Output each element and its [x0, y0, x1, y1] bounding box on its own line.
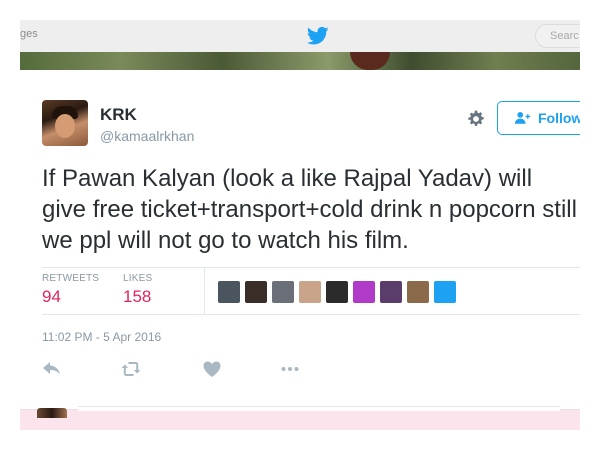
- stats-bottom-divider: [42, 314, 580, 315]
- liker-avatar-9[interactable]: [434, 281, 456, 303]
- follow-button[interactable]: Follow: [497, 101, 580, 135]
- tweet-text: If Pawan Kalyan (look a like Rajpal Yada…: [42, 165, 577, 254]
- gear-icon[interactable]: [466, 109, 486, 129]
- stats-vertical-divider: [204, 268, 205, 314]
- next-tweet-card: [78, 406, 560, 411]
- next-tweet-row[interactable]: [20, 409, 580, 430]
- avatar-face: [55, 114, 75, 138]
- likes-stat[interactable]: LIKES 158: [123, 273, 152, 307]
- author-handle[interactable]: @kamaalrkhan: [100, 128, 194, 144]
- follow-person-icon: [514, 112, 530, 124]
- retweet-icon[interactable]: [121, 360, 141, 378]
- top-navigation-bar: ges Searc: [20, 20, 580, 52]
- next-tweet-avatar: [37, 408, 67, 418]
- retweets-stat[interactable]: RETWEETS 94: [42, 273, 99, 307]
- tweet-page: ges Searc KRK @kamaalrkhan Follow If Paw…: [20, 20, 580, 430]
- search-input[interactable]: Searc: [535, 24, 580, 48]
- nav-messages-fragment[interactable]: ges: [20, 28, 38, 40]
- likes-label: LIKES: [123, 273, 153, 284]
- likes-count: 158: [123, 287, 152, 306]
- liker-avatar-1[interactable]: [218, 281, 240, 303]
- tweet-header: KRK @kamaalrkhan Follow: [20, 98, 580, 153]
- retweets-label: RETWEETS: [42, 273, 100, 284]
- stats-top-divider: [42, 267, 580, 268]
- tweet-timestamp[interactable]: 11:02 PM - 5 Apr 2016: [42, 330, 161, 344]
- liker-avatar-8[interactable]: [407, 281, 429, 303]
- reply-icon[interactable]: [42, 360, 62, 378]
- like-heart-icon[interactable]: [202, 360, 222, 378]
- retweets-count: 94: [42, 287, 61, 306]
- twitter-bird-icon[interactable]: [307, 26, 329, 46]
- profile-banner-strip: [20, 52, 580, 70]
- liker-avatar-2[interactable]: [245, 281, 267, 303]
- liker-avatar-7[interactable]: [380, 281, 402, 303]
- liker-avatar-6[interactable]: [353, 281, 375, 303]
- author-avatar[interactable]: [42, 100, 88, 146]
- author-name[interactable]: KRK: [100, 105, 137, 125]
- liker-avatar-5[interactable]: [326, 281, 348, 303]
- follow-button-label: Follow: [538, 110, 580, 126]
- liker-avatar-4[interactable]: [299, 281, 321, 303]
- liker-avatar-3[interactable]: [272, 281, 294, 303]
- search-placeholder: Searc: [550, 30, 579, 42]
- more-icon[interactable]: [280, 360, 300, 378]
